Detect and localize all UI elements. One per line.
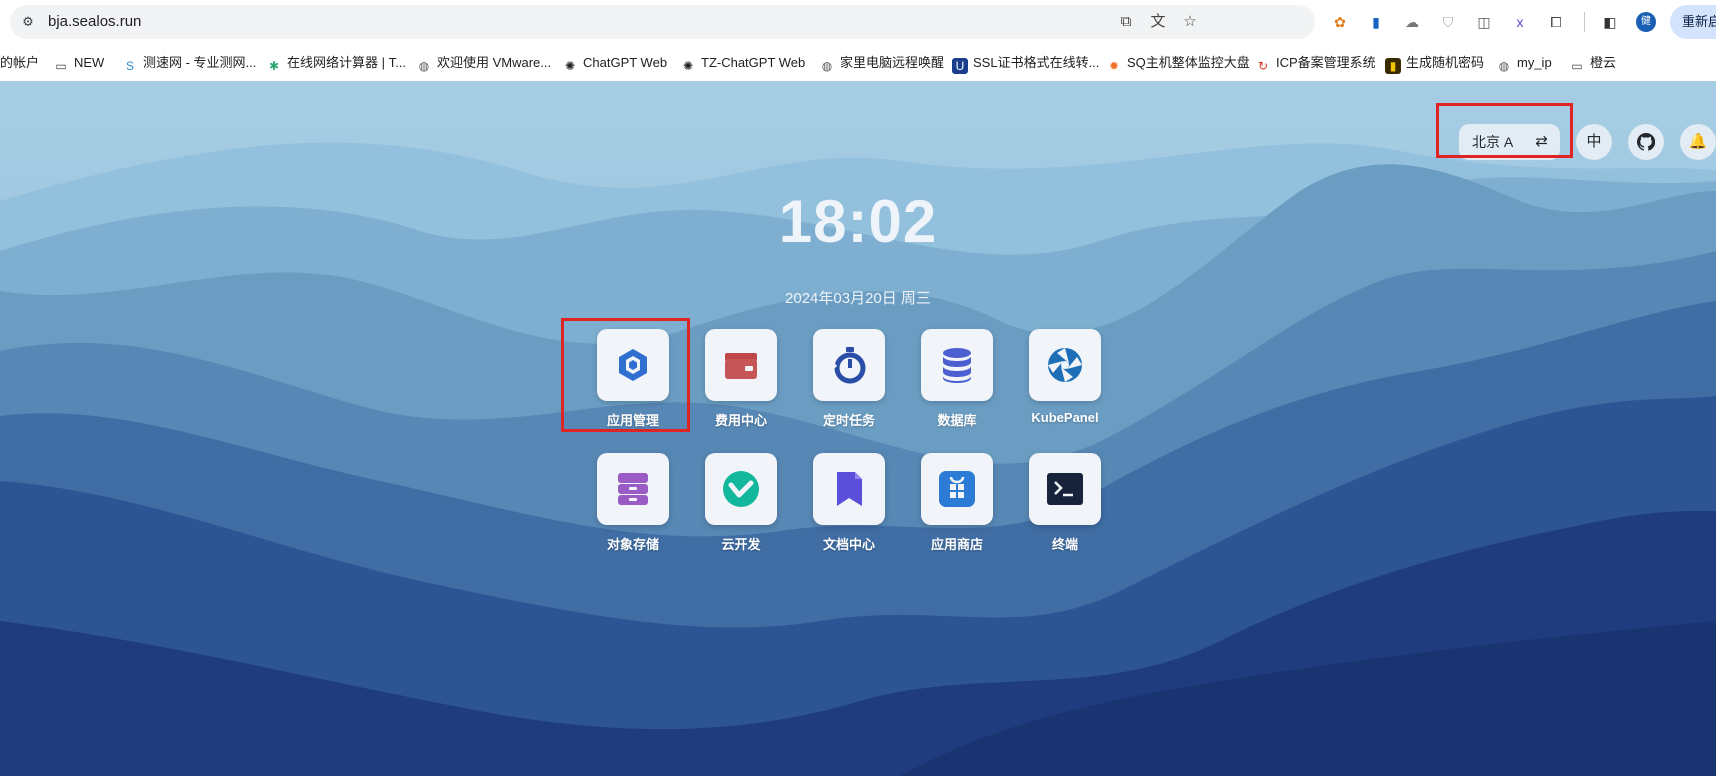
app-label: 终端 [1051, 537, 1078, 552]
calculator-icon: ✱ [268, 59, 280, 73]
browser-toolbar: ⚙ bja.sealos.run ⧉ 文 ☆ ✿ ▮ ☁ ⛉ ◫ x ⧠ ◧ 健… [0, 0, 1716, 44]
clock: 18:02 [778, 188, 938, 255]
globe-icon: ◍ [821, 59, 833, 73]
openai-icon: ✺ [682, 59, 694, 73]
ssl-icon: U [952, 58, 968, 74]
bookmarks-bar: 的帐户 ▭ NEW S 测速网 - 专业测网... ✱ 在线网络计算器 | T... … [0, 44, 1716, 82]
bookmark-label: 家里电脑远程唤醒 [840, 55, 945, 70]
openai-icon: ✺ [564, 59, 576, 73]
kubepanel[interactable]: KubePanel [1015, 329, 1111, 439]
bookmark-calculator[interactable]: ✱ 在线网络计算器 | T... [266, 53, 406, 73]
app-label: 应用商店 [930, 537, 983, 552]
extension-blue-bookmark-icon[interactable]: ▮ [1366, 12, 1386, 32]
bookmark-account[interactable]: 的帐户 [0, 53, 39, 73]
storage-icon [597, 453, 669, 525]
extensions-menu-icon[interactable]: ⧠ [1546, 12, 1566, 32]
app-store[interactable]: 应用商店 [907, 453, 1003, 563]
site-info-icon[interactable]: ⚙ [18, 12, 38, 32]
bookmark-label: 生成随机密码 [1406, 55, 1485, 70]
bookmark-label: SSL证书格式在线转... [973, 55, 1100, 70]
github-icon[interactable] [1628, 124, 1664, 160]
bookmark-label: SQ主机整体监控大盘 [1127, 55, 1250, 70]
bookmark-label: ChatGPT Web [583, 55, 668, 70]
url-text[interactable]: bja.sealos.run [48, 13, 141, 30]
translate-icon[interactable]: 文 [1148, 12, 1168, 32]
x-extension-icon[interactable]: x [1510, 12, 1530, 32]
bookmark-wake-pc[interactable]: ◍ 家里电脑远程唤醒 [819, 53, 944, 73]
relaunch-button[interactable]: 重新启 [1670, 5, 1716, 39]
cloud-dev-icon [705, 453, 777, 525]
shield-extension-icon[interactable]: ⛉ [1438, 12, 1458, 32]
notification-bell-icon[interactable]: 🔔 [1680, 124, 1716, 160]
timer-icon [813, 329, 885, 401]
bookmark-grafana[interactable]: ✹ SQ主机整体监控大盘 [1106, 53, 1250, 73]
app-label: 费用中心 [714, 413, 767, 428]
bookmark-label: ICP备案管理系统 [1276, 55, 1376, 70]
language-toggle-button[interactable]: 中 [1576, 124, 1612, 160]
terminal-icon [1029, 453, 1101, 525]
app-management-highlight-box [561, 318, 690, 432]
terminal[interactable]: 终端 [1015, 453, 1111, 563]
docs-icon [813, 453, 885, 525]
bookmark-new-folder[interactable]: ▭ NEW [53, 53, 104, 73]
bookmark-label: 的帐户 [0, 55, 40, 70]
bookmark-label: 欢迎使用 VMware... [437, 55, 552, 70]
cost-center[interactable]: 费用中心 [691, 329, 787, 439]
app-label: KubePanel [1031, 410, 1099, 425]
bookmark-vmware[interactable]: ◍ 欢迎使用 VMware... [416, 53, 551, 73]
database-icon [921, 329, 993, 401]
bookmark-tz-chatgpt[interactable]: ✺ TZ-ChatGPT Web [680, 53, 805, 73]
date: 2024年03月20日 周三 [785, 290, 931, 307]
speedtest-icon: S [125, 59, 134, 73]
app-label: 云开发 [721, 537, 761, 552]
scheduled-tasks[interactable]: 定时任务 [799, 329, 895, 439]
kubepanel-icon [1029, 329, 1101, 401]
region-highlight-box [1436, 103, 1573, 158]
database[interactable]: 数据库 [907, 329, 1003, 439]
app-label: 文档中心 [822, 537, 875, 552]
install-app-icon[interactable]: ⧉ [1116, 12, 1136, 32]
bookmark-label: my_ip [1517, 55, 1552, 70]
folder-icon: ▭ [55, 59, 67, 73]
globe-icon: ◍ [418, 59, 430, 73]
side-panel-icon[interactable]: ◧ [1600, 12, 1620, 32]
profile-avatar[interactable]: 健 [1636, 12, 1656, 32]
cloud-dev[interactable]: 云开发 [691, 453, 787, 563]
address-bar[interactable]: ⚙ bja.sealos.run ⧉ 文 ☆ [10, 5, 1315, 39]
bookmark-star-icon[interactable]: ☆ [1180, 12, 1200, 32]
app-label: 定时任务 [822, 413, 875, 428]
bookmark-label: 橙云 [1590, 55, 1617, 70]
app-label: 数据库 [937, 413, 977, 428]
grafana-icon: ✹ [1108, 59, 1120, 73]
sealos-desktop: 北京 A ⇄ 中 🔔 18:02 2024年03月20日 周三 应用管理 费用中… [0, 81, 1716, 776]
globe-icon: ◍ [1498, 59, 1510, 73]
bookmark-label: NEW [74, 55, 105, 70]
icp-icon: ↻ [1257, 59, 1269, 73]
bookmark-chengyun-folder[interactable]: ▭ 橙云 [1569, 53, 1616, 73]
docs-center[interactable]: 文档中心 [799, 453, 895, 563]
folder-icon: ▭ [1571, 59, 1583, 73]
bitwarden-extension-icon[interactable]: ◫ [1474, 12, 1494, 32]
toolbar-divider [1584, 12, 1585, 32]
bookmark-icp[interactable]: ↻ ICP备案管理系统 [1255, 53, 1376, 73]
github-glyph [1636, 132, 1656, 151]
password-icon: ▮ [1385, 58, 1401, 74]
bookmark-password[interactable]: ▮ 生成随机密码 [1385, 53, 1485, 74]
cloud-extension-icon[interactable]: ☁ [1402, 12, 1422, 32]
bookmark-speedtest[interactable]: S 测速网 - 专业测网... [122, 53, 256, 73]
object-storage[interactable]: 对象存储 [583, 453, 679, 563]
extension-puzzle-orange-icon[interactable]: ✿ [1330, 12, 1350, 32]
wallet-icon [705, 329, 777, 401]
bookmark-ssl[interactable]: U SSL证书格式在线转... [952, 53, 1100, 74]
app-label: 对象存储 [606, 537, 659, 552]
bookmark-label: TZ-ChatGPT Web [701, 55, 806, 70]
app-store-icon [921, 453, 993, 525]
bookmark-label: 在线网络计算器 | T... [287, 55, 406, 70]
bookmark-label: 测速网 - 专业测网... [143, 55, 257, 70]
bookmark-my-ip[interactable]: ◍ my_ip [1496, 53, 1552, 73]
bookmark-chatgpt[interactable]: ✺ ChatGPT Web [562, 53, 667, 73]
